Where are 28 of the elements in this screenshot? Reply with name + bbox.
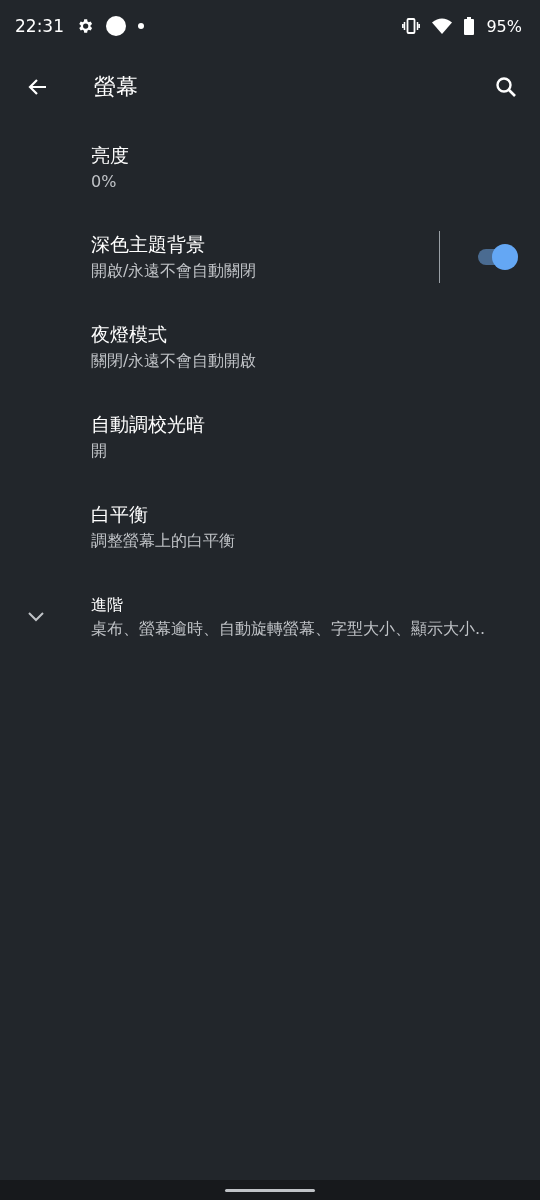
circle-icon	[106, 16, 126, 36]
settings-item[interactable]: 進階 桌布、螢幕逾時、自動旋轉螢幕、字型大小、顯示大小..	[0, 572, 540, 662]
item-summary: 桌布、螢幕逾時、自動旋轉螢幕、字型大小、顯示大小..	[91, 618, 487, 640]
settings-item[interactable]: 白平衡 調整螢幕上的白平衡	[0, 482, 540, 572]
item-summary: 關閉/永遠不會自動開啟	[91, 351, 258, 372]
item-title: 進階	[91, 594, 124, 616]
settings-item[interactable]: 自動調校光暗 開	[0, 392, 540, 482]
item-title: 白平衡	[91, 502, 149, 527]
item-title: 自動調校光暗	[91, 412, 206, 437]
home-handle[interactable]	[225, 1188, 315, 1192]
item-summary: 開啟/永遠不會自動關閉	[91, 261, 258, 282]
item-title: 深色主題背景	[91, 232, 206, 257]
item-summary: 開	[91, 441, 108, 462]
item-summary: 調整螢幕上的白平衡	[91, 531, 236, 552]
search-icon	[494, 75, 518, 99]
battery-percent: 95%	[486, 16, 522, 36]
wifi-icon	[432, 18, 453, 34]
settings-item[interactable]: 亮度 0%	[0, 122, 540, 212]
vibrate-icon	[402, 18, 421, 34]
page-title: 螢幕	[94, 73, 139, 101]
status-time: 22:31	[15, 16, 64, 36]
settings-item[interactable]: 深色主題背景 開啟/永遠不會自動關閉	[0, 212, 540, 302]
item-summary: 0%	[91, 172, 118, 191]
dot-icon	[138, 23, 144, 29]
item-title: 亮度	[91, 143, 130, 168]
settings-item[interactable]: 夜燈模式 關閉/永遠不會自動開啟	[0, 302, 540, 392]
battery-icon	[464, 17, 475, 35]
item-title: 夜燈模式	[91, 322, 168, 347]
